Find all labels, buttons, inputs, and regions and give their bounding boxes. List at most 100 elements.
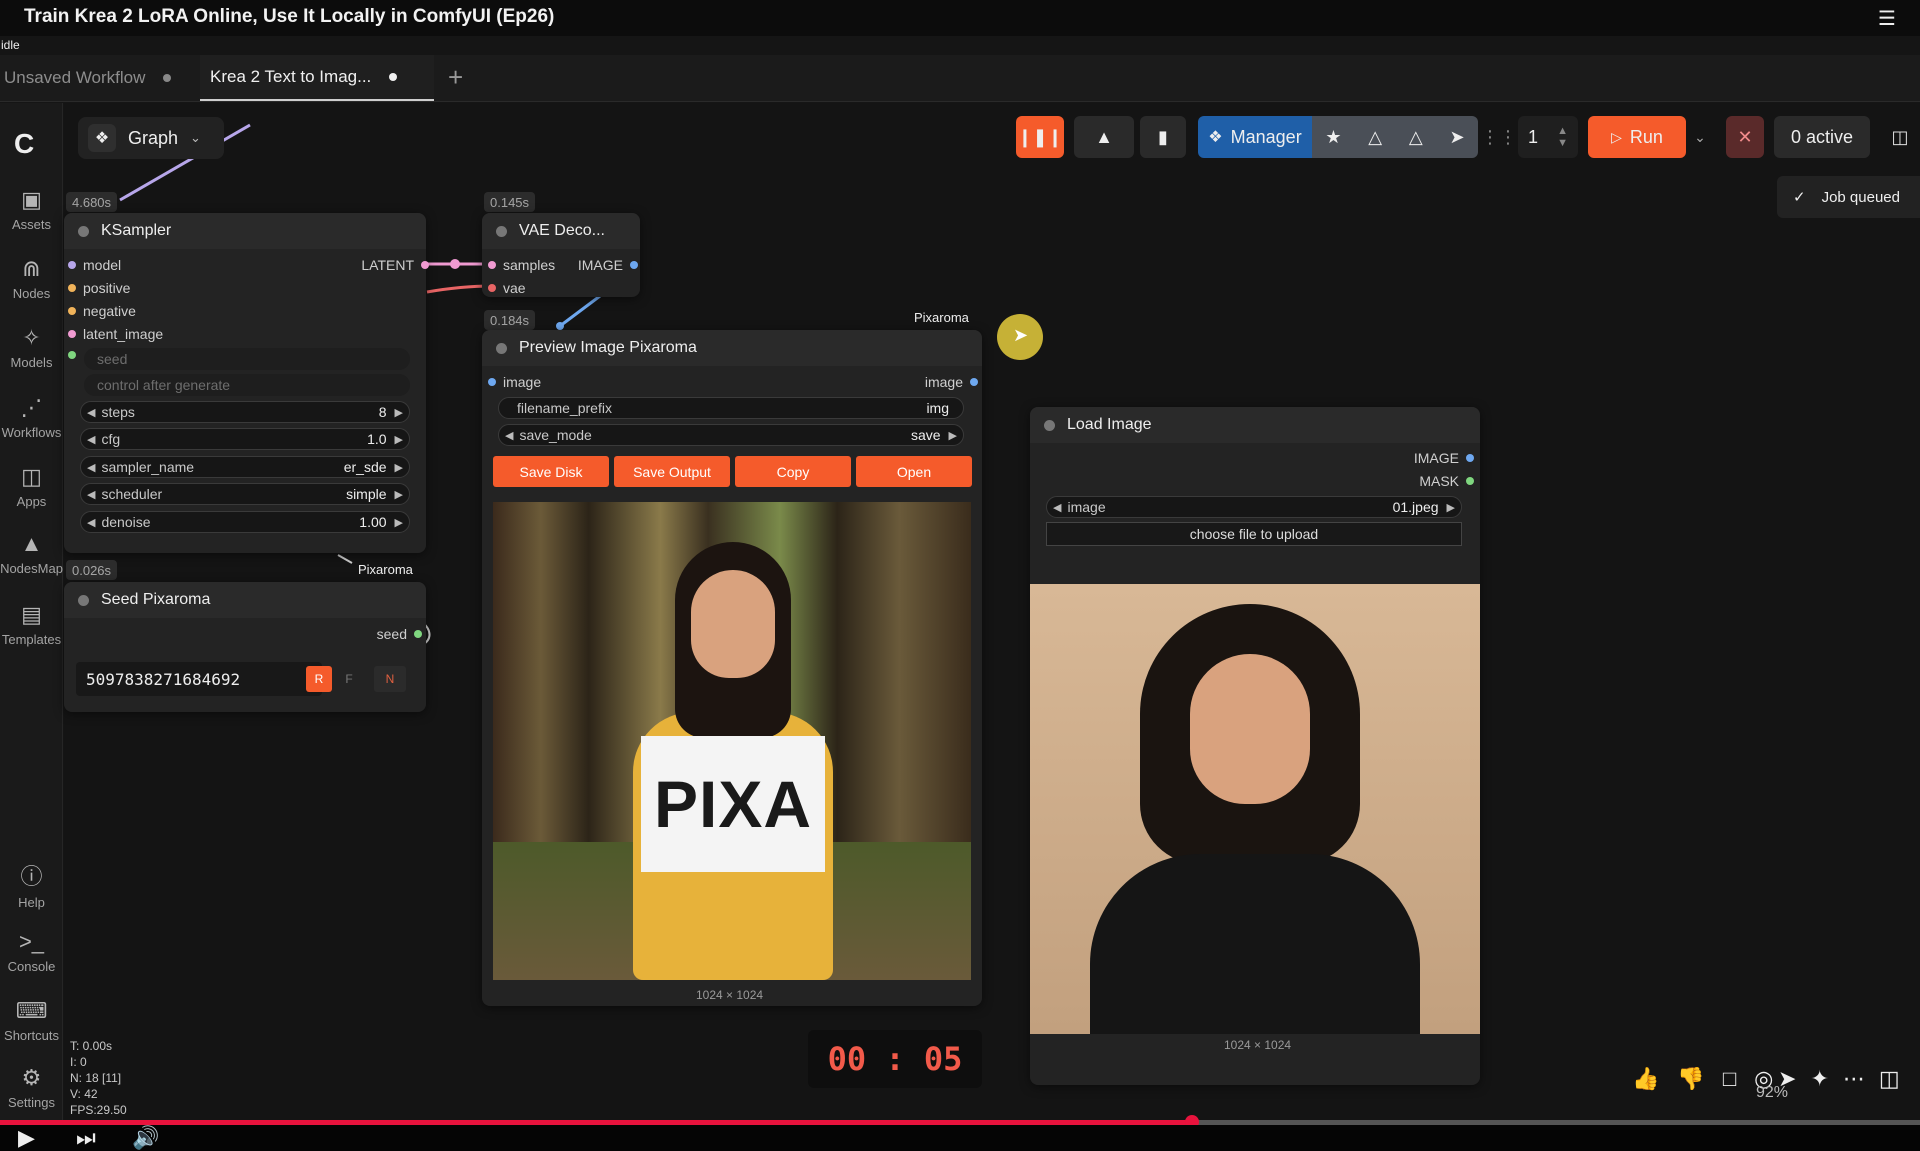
increment-arrow-icon[interactable]: ▶ — [395, 406, 403, 419]
node-title-text: KSampler — [101, 222, 172, 239]
input-slot-negative[interactable]: negative — [68, 303, 136, 319]
choose-file-button[interactable]: choose file to upload — [1046, 522, 1462, 546]
decrement-arrow-icon[interactable]: ◀ — [87, 461, 95, 474]
steps-widget[interactable]: ◀ steps 8 ▶ — [80, 401, 410, 423]
bookmark-button[interactable]: ▮ — [1140, 116, 1186, 158]
increment-arrow-icon[interactable]: ▶ — [395, 488, 403, 501]
decrement-arrow-icon[interactable]: ◀ — [1053, 501, 1061, 514]
run-button[interactable]: ▷ Run — [1588, 116, 1686, 158]
seed-pixaroma-node[interactable]: Seed Pixaroma seed 5097838271684692 ▲▼ R… — [64, 582, 426, 712]
fixed-button[interactable]: F — [336, 666, 362, 692]
node-title[interactable]: KSampler — [64, 213, 426, 249]
node-title[interactable]: Preview Image Pixaroma — [482, 330, 982, 366]
widget-name: sampler_name — [101, 459, 195, 475]
cancel-button[interactable]: ✕ — [1726, 116, 1764, 158]
volume-icon[interactable]: 🔊 — [132, 1125, 159, 1151]
widget-name: control after generate — [97, 377, 231, 393]
like-icon[interactable]: 👍 — [1632, 1066, 1659, 1092]
run-label: Run — [1629, 126, 1663, 147]
input-slot-latent-image[interactable]: latent_image — [68, 326, 163, 342]
node-title[interactable]: Load Image — [1030, 407, 1480, 443]
increment-arrow-icon[interactable]: ▶ — [395, 461, 403, 474]
output-slot-latent[interactable]: LATENT — [361, 257, 429, 273]
comment-icon[interactable]: □ — [1723, 1066, 1736, 1092]
copy-button[interactable]: Copy — [735, 456, 851, 487]
input-slot-image[interactable]: image — [488, 374, 541, 390]
sparkle-icon[interactable]: ✦ — [1810, 1066, 1828, 1092]
node-collapse-dot-icon[interactable] — [1044, 419, 1055, 431]
more-icon[interactable]: ⋯ — [1843, 1066, 1865, 1092]
output-slot-image[interactable]: IMAGE — [578, 257, 638, 273]
open-button[interactable]: Open — [856, 456, 972, 487]
increment-arrow-icon[interactable]: ▶ — [395, 433, 403, 446]
video-controls: ▶ ⏭ 🔊 — [0, 1125, 1920, 1151]
cfg-widget[interactable]: ◀ cfg 1.0 ▶ — [80, 428, 410, 450]
increment-arrow-icon[interactable]: ▶ — [1447, 501, 1455, 514]
play-icon[interactable]: ▶ — [18, 1125, 35, 1151]
star-icon[interactable]: ★ — [1325, 127, 1341, 148]
input-slot-samples[interactable]: samples — [488, 257, 555, 273]
decrement-arrow-icon[interactable]: ◀ — [87, 433, 95, 446]
queue-count-stepper[interactable]: 1 ▲ ▼ — [1518, 116, 1578, 158]
run-options-chevron-icon[interactable]: ⌄ — [1688, 116, 1712, 158]
next-icon[interactable]: ⏭ — [76, 1125, 96, 1151]
node-title[interactable]: VAE Deco... — [482, 213, 640, 249]
decrement-arrow-icon[interactable]: ◀ — [87, 516, 95, 529]
mouse-cursor-icon: ➤ — [1013, 325, 1029, 345]
model-alt-icon[interactable]: △ — [1409, 127, 1423, 148]
randomize-button[interactable]: R — [306, 666, 332, 692]
new-seed-button[interactable]: N — [374, 666, 406, 692]
queue-panel-button[interactable]: ❙❚❙ — [1016, 116, 1064, 158]
panel-toggle-button[interactable]: ◫ — [1882, 116, 1918, 158]
decrement-arrow-icon[interactable]: ◀ — [505, 429, 513, 442]
filename-prefix-widget[interactable]: filename_prefix img — [498, 397, 964, 419]
image-size-label: 1024 × 1024 — [1224, 1038, 1292, 1052]
save-output-button[interactable]: Save Output — [614, 456, 730, 487]
input-slot-positive[interactable]: positive — [68, 280, 130, 296]
scheduler-widget[interactable]: ◀ scheduler simple ▶ — [80, 483, 410, 505]
graph-view-toggle[interactable]: ❖ Graph ⌄ — [78, 117, 224, 159]
decrement-arrow-icon[interactable]: ◀ — [87, 406, 95, 419]
output-slot-image[interactable]: IMAGE — [1414, 450, 1474, 466]
input-slot-vae[interactable]: vae — [488, 280, 526, 296]
slot-pin-icon — [488, 378, 496, 386]
dislike-icon[interactable]: 👎 — [1677, 1066, 1704, 1092]
stepper-arrows-icon[interactable]: ▲▼ — [1557, 125, 1568, 149]
share-icon[interactable]: ➤ — [1778, 1066, 1796, 1092]
slot-label: IMAGE — [577, 257, 623, 273]
generated-image-preview[interactable]: PIXA — [493, 502, 971, 980]
node-collapse-dot-icon[interactable] — [78, 225, 89, 237]
node-collapse-dot-icon[interactable] — [496, 225, 507, 237]
sampler-name-widget[interactable]: ◀ sampler_name er_sde ▶ — [80, 456, 410, 478]
denoise-widget[interactable]: ◀ denoise 1.00 ▶ — [80, 511, 410, 533]
image-file-widget[interactable]: ◀ image 01.jpeg ▶ — [1046, 496, 1462, 518]
input-slot-seed[interactable] — [68, 351, 83, 359]
pixaroma-button[interactable]: ▲ — [1074, 116, 1134, 158]
increment-arrow-icon[interactable]: ▶ — [395, 516, 403, 529]
save-mode-widget[interactable]: ◀ save_mode save ▶ — [498, 424, 964, 446]
node-collapse-dot-icon[interactable] — [496, 342, 507, 354]
output-slot-seed[interactable]: seed — [377, 626, 422, 642]
node-title[interactable]: Seed Pixaroma — [64, 582, 426, 618]
manager-button[interactable]: ❖ Manager — [1198, 116, 1312, 158]
save-disk-button[interactable]: Save Disk — [493, 456, 609, 487]
seed-value-input[interactable]: 5097838271684692 ▲▼ — [76, 662, 322, 696]
preview-image-pixaroma-node[interactable]: Preview Image Pixaroma image image filen… — [482, 330, 982, 1006]
node-collapse-dot-icon[interactable] — [78, 594, 89, 606]
output-slot-mask[interactable]: MASK — [1419, 473, 1474, 489]
increment-arrow-icon[interactable]: ▶ — [949, 429, 957, 442]
timer-display: 00 : 05 — [808, 1030, 982, 1088]
active-jobs-button[interactable]: 0 active — [1774, 116, 1870, 158]
ksampler-node[interactable]: KSampler model positive negative latent_… — [64, 213, 429, 553]
loaded-image-preview[interactable] — [1030, 584, 1480, 1034]
load-image-node[interactable]: Load Image IMAGE MASK ◀ image 01.jpeg ▶ cho… — [1030, 407, 1480, 1085]
minimap-icon[interactable]: ◫ — [1879, 1066, 1900, 1092]
vae-decode-node[interactable]: VAE Deco... samples vae IMAGE — [482, 213, 640, 297]
check-icon: ✓ — [1793, 189, 1806, 206]
decrement-arrow-icon[interactable]: ◀ — [87, 488, 95, 501]
output-slot-image[interactable]: image — [925, 374, 978, 390]
model-icon[interactable]: △ — [1368, 127, 1382, 148]
input-slot-model[interactable]: model — [68, 257, 121, 273]
drag-handle-icon[interactable]: ⋮⋮ — [1481, 116, 1517, 158]
share-icon[interactable]: ➤ — [1450, 127, 1465, 148]
